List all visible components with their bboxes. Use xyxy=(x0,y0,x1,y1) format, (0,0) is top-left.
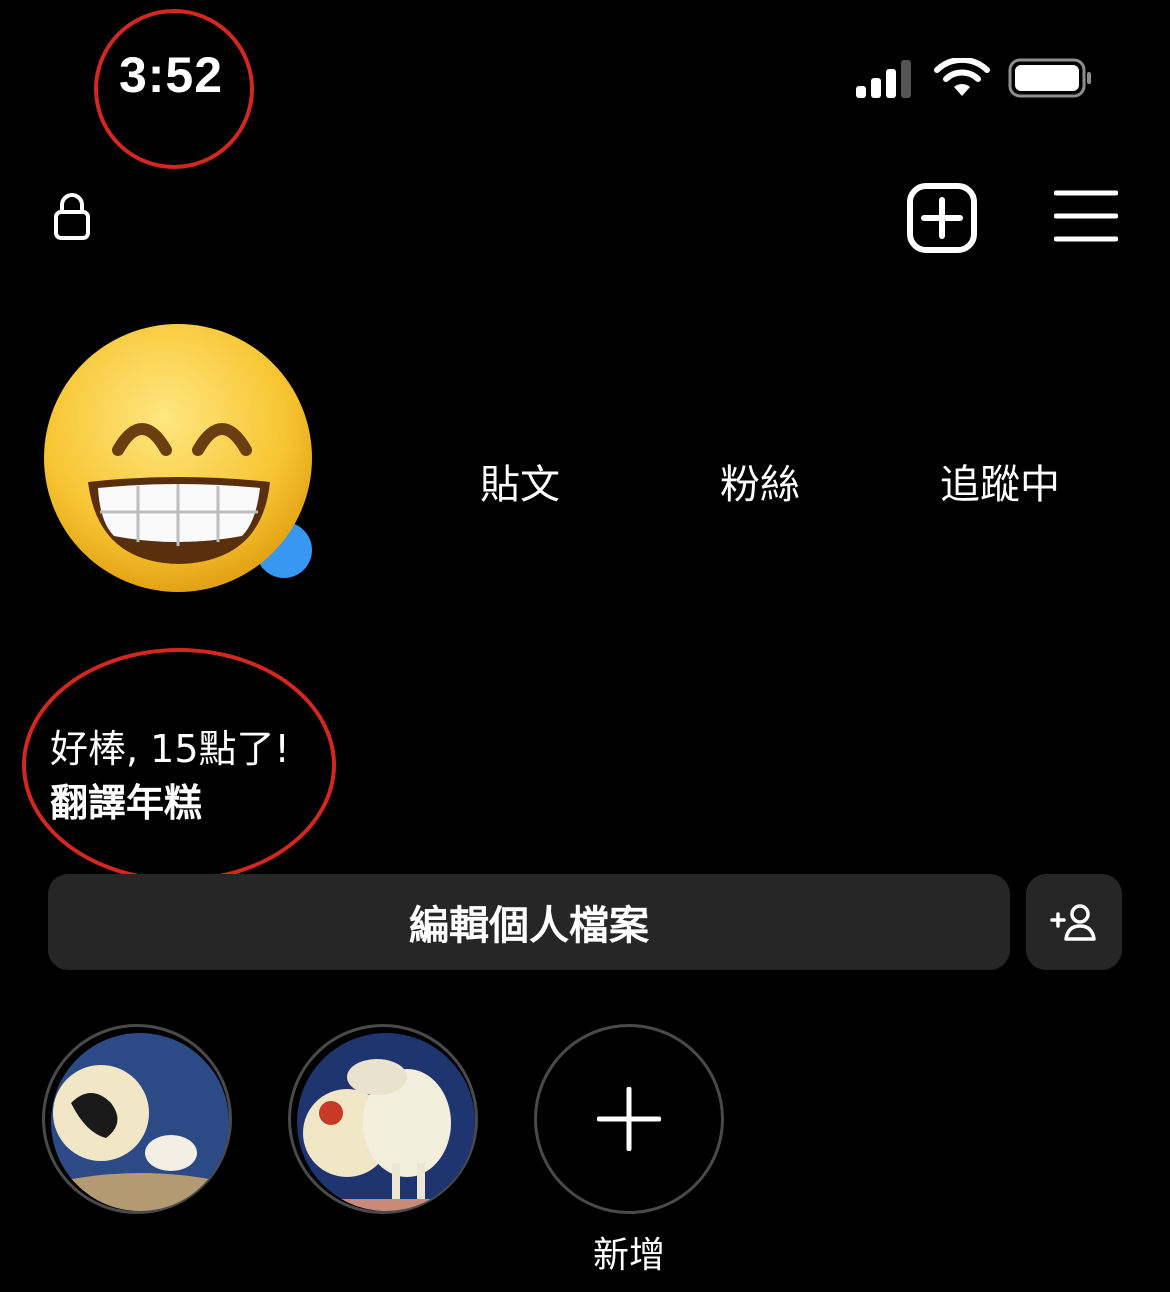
stat-following-label[interactable]: 追蹤中 xyxy=(920,452,1080,510)
wifi-icon xyxy=(934,58,990,96)
stat-posts-label[interactable]: 貼文 xyxy=(460,452,580,510)
add-friend-button[interactable] xyxy=(1026,874,1122,970)
cellular-signal-icon xyxy=(856,60,911,98)
lock-icon xyxy=(54,193,90,240)
story-highlight-2[interactable] xyxy=(288,1024,478,1214)
avatar[interactable] xyxy=(42,322,318,598)
plus-square-icon[interactable] xyxy=(906,182,978,254)
new-highlight-button[interactable] xyxy=(534,1024,724,1214)
annotation-circle-time xyxy=(94,9,254,169)
story-highlight-1[interactable] xyxy=(42,1024,232,1214)
stat-followers-label[interactable]: 粉絲 xyxy=(700,452,820,510)
add-person-icon xyxy=(1050,904,1096,941)
bio-text: 好棒, 15點了! xyxy=(50,727,290,771)
battery-icon xyxy=(1008,58,1091,98)
new-highlight-label: 新增 xyxy=(592,1235,665,1276)
highlight-thumbnail-sheep-stamp xyxy=(297,1033,475,1211)
hamburger-menu-icon[interactable] xyxy=(1054,188,1118,244)
bio-name: 翻譯年糕 xyxy=(50,781,203,825)
plus-icon xyxy=(597,1087,661,1151)
highlight-thumbnail-sheep-moon xyxy=(51,1033,229,1211)
edit-profile-button[interactable]: 編輯個人檔案 xyxy=(48,874,1010,970)
